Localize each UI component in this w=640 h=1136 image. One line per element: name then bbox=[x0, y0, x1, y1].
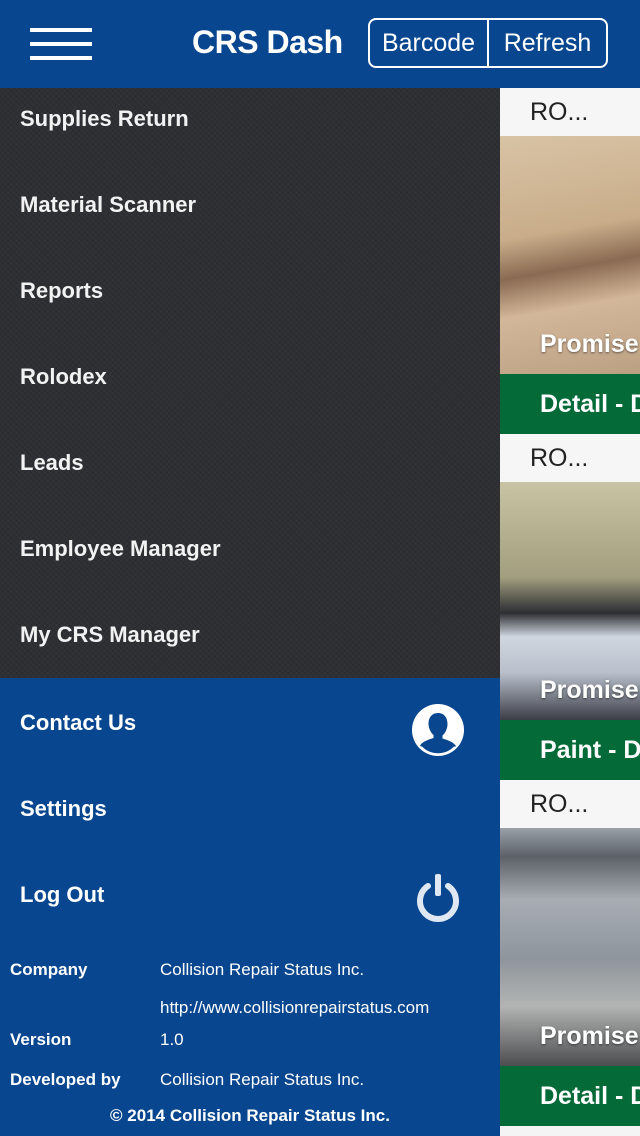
menu-item-settings[interactable]: Settings bbox=[20, 796, 107, 822]
ro-number: RO... bbox=[500, 780, 640, 828]
ro-number: RO... bbox=[500, 88, 640, 136]
developer-label: Developed by bbox=[10, 1070, 121, 1089]
hamburger-menu-icon[interactable] bbox=[30, 26, 92, 62]
menu-item-my-crs-manager[interactable]: My CRS Manager bbox=[20, 622, 200, 648]
menu-item-reports[interactable]: Reports bbox=[20, 278, 103, 304]
copyright-text: © 2014 Collision Repair Status Inc. bbox=[110, 1106, 390, 1125]
promise-date: Promise bbox=[540, 1022, 639, 1050]
power-icon[interactable] bbox=[414, 872, 462, 922]
repair-order-card[interactable]: RO... Promise Paint - D bbox=[500, 434, 640, 780]
version-value: 1.0 bbox=[160, 1030, 184, 1049]
menu-item-rolodex[interactable]: Rolodex bbox=[20, 364, 107, 390]
promise-date: Promise bbox=[540, 676, 639, 704]
side-menu-secondary: Contact Us Settings Log Out Company Coll… bbox=[0, 678, 500, 1136]
version-label: Version bbox=[10, 1030, 72, 1049]
barcode-button[interactable]: Barcode bbox=[370, 20, 487, 66]
app-title: CRS Dash bbox=[192, 24, 343, 60]
status-bar: Detail - D bbox=[500, 1066, 640, 1126]
refresh-button[interactable]: Refresh bbox=[487, 20, 606, 66]
menu-item-leads[interactable]: Leads bbox=[20, 450, 84, 476]
company-value: Collision Repair Status Inc. bbox=[160, 960, 365, 979]
repair-order-card[interactable]: RO... Promise Detail - D bbox=[500, 780, 640, 1126]
repair-order-list: RO... Promise Detail - D RO... Promise P… bbox=[500, 88, 640, 1136]
status-bar: Detail - D bbox=[500, 374, 640, 434]
menu-item-log-out[interactable]: Log Out bbox=[20, 882, 104, 908]
ro-number: RO... bbox=[500, 434, 640, 482]
promise-date: Promise bbox=[540, 330, 639, 358]
developer-value: Collision Repair Status Inc. bbox=[160, 1070, 365, 1089]
side-menu-primary: Supplies Return Material Scanner Reports… bbox=[0, 88, 500, 678]
menu-item-contact-us[interactable]: Contact Us bbox=[20, 710, 136, 736]
contact-person-icon[interactable] bbox=[412, 704, 464, 756]
header-segmented-control: Barcode Refresh bbox=[368, 18, 608, 68]
top-nav-bar: CRS Dash Barcode Refresh bbox=[0, 0, 640, 88]
menu-item-employee-manager[interactable]: Employee Manager bbox=[20, 536, 221, 562]
menu-item-material-scanner[interactable]: Material Scanner bbox=[20, 192, 196, 218]
status-bar: Paint - D bbox=[500, 720, 640, 780]
website-link[interactable]: http://www.collisionrepairstatus.com bbox=[160, 998, 429, 1018]
repair-order-card[interactable]: RO... Promise Detail - D bbox=[500, 88, 640, 434]
company-label: Company bbox=[10, 960, 88, 979]
menu-item-supplies-return[interactable]: Supplies Return bbox=[20, 106, 189, 132]
